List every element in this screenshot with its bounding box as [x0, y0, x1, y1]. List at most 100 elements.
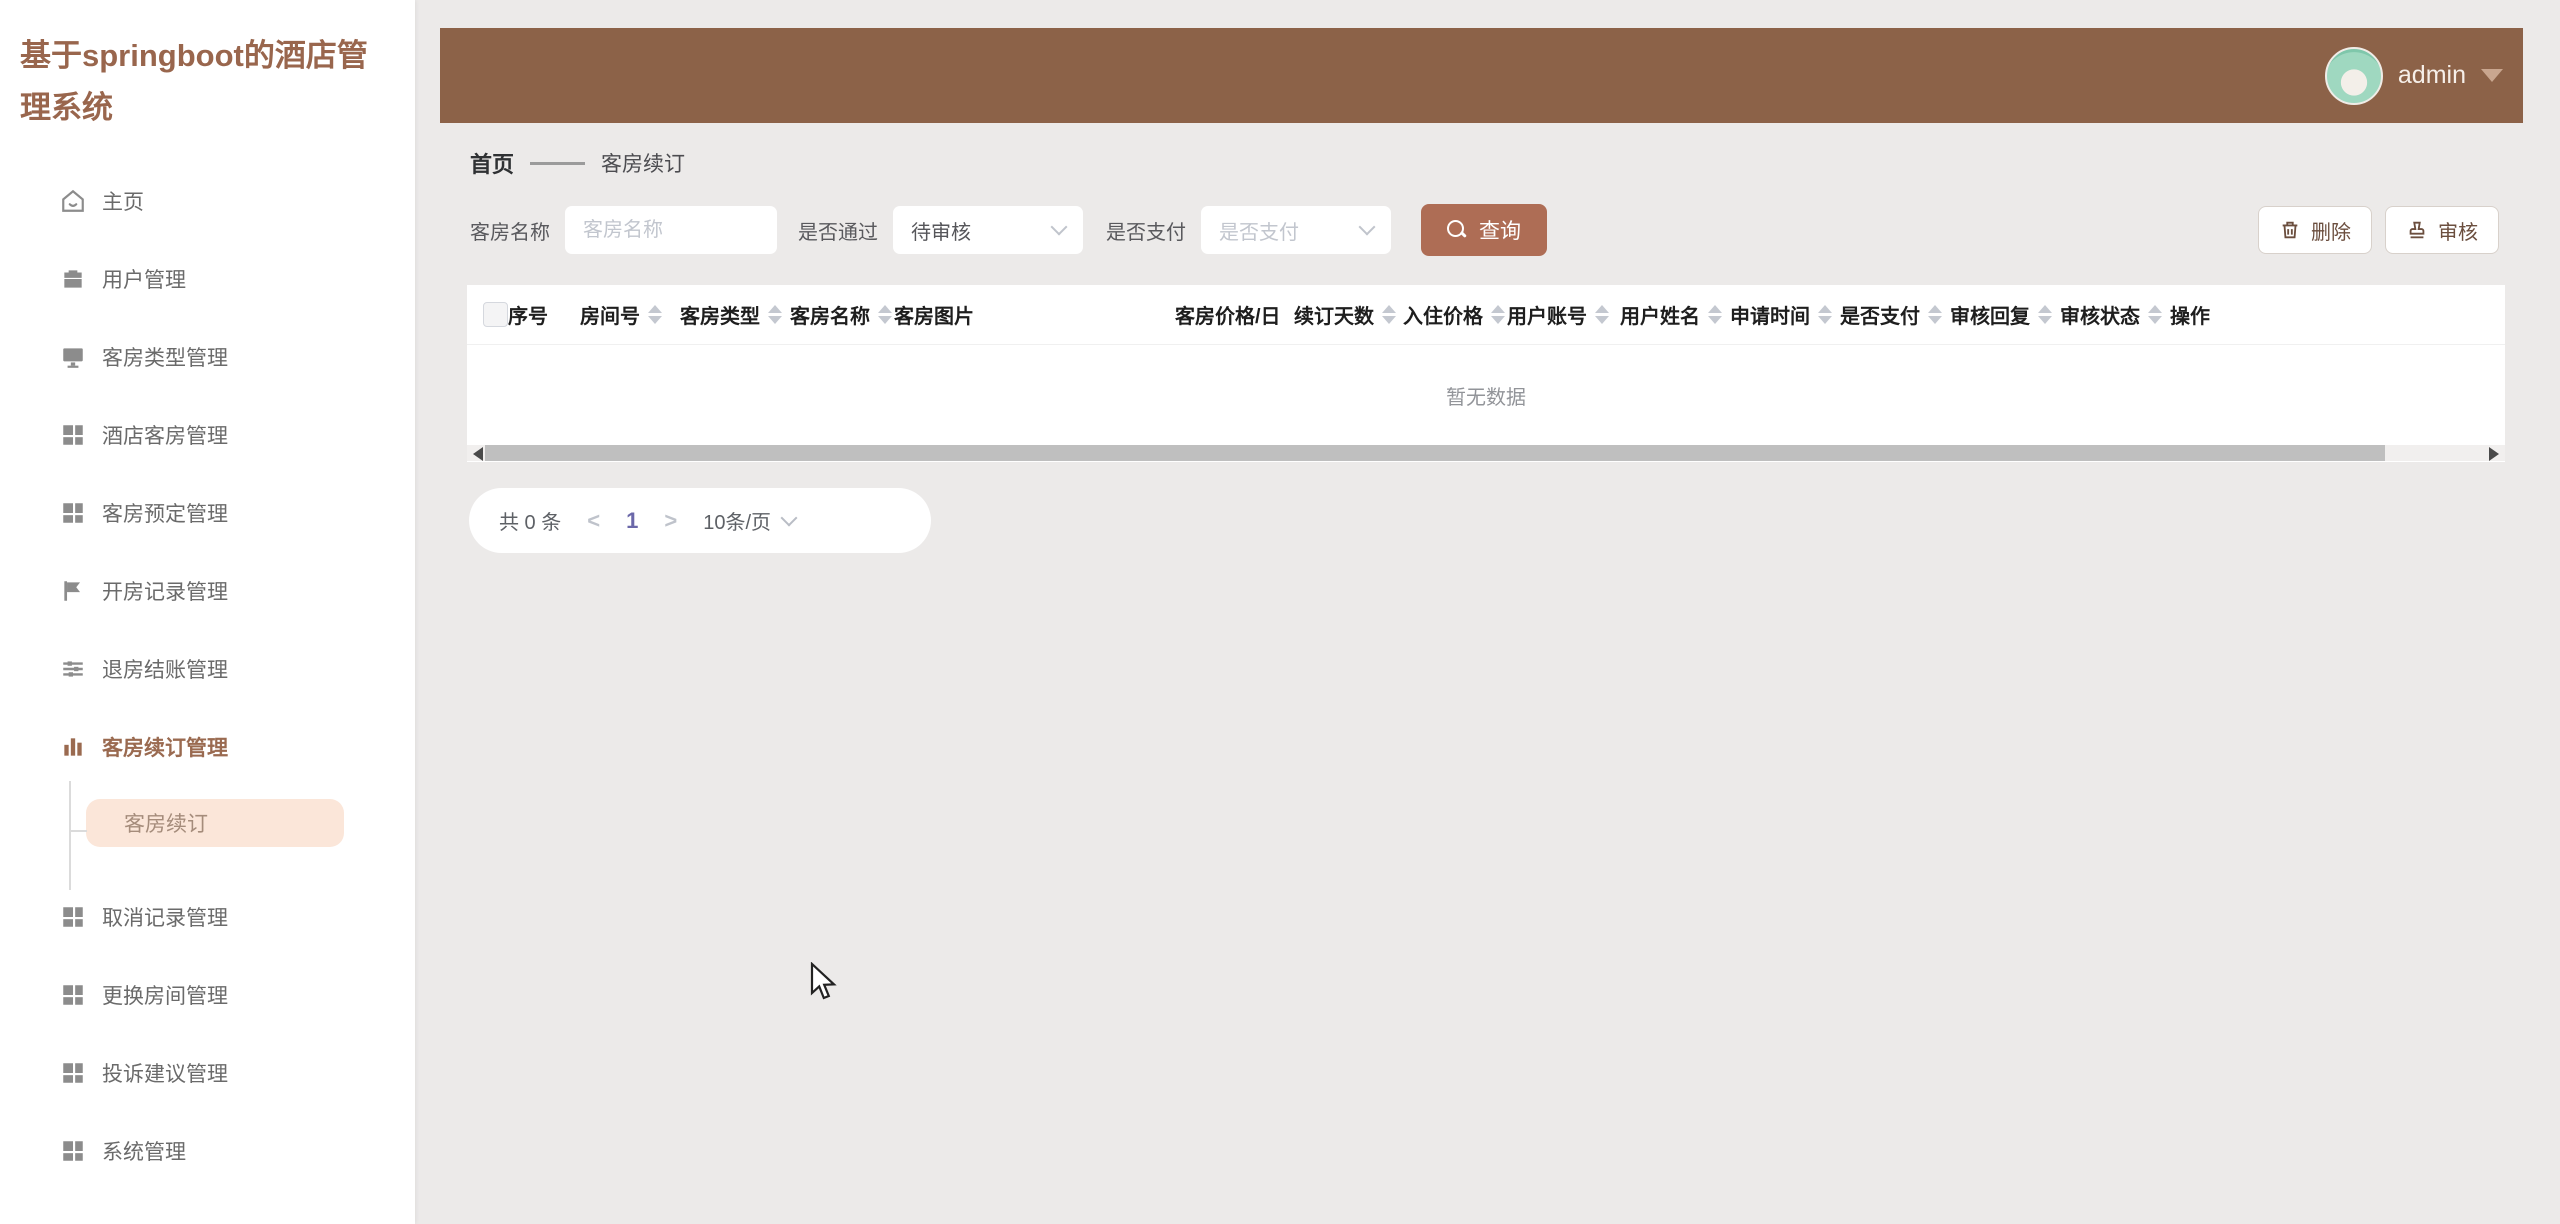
sort-carets-icon[interactable] [1382, 305, 1396, 324]
pass-select[interactable]: 待审核 [893, 206, 1083, 254]
sidebar-item[interactable]: 投诉建议管理 [0, 1034, 415, 1112]
caret-down-icon [2481, 69, 2503, 82]
sidebar-item[interactable]: 客房类型管理 [0, 318, 415, 396]
pagination-total: 共 0 条 [499, 512, 562, 534]
sidebar-item-label: 退房结账管理 [102, 659, 228, 682]
briefcase-icon [60, 266, 86, 292]
delete-button[interactable]: 删除 [2258, 206, 2372, 254]
sidebar-item[interactable]: 开房记录管理 [0, 552, 415, 630]
search-button[interactable]: 查询 [1421, 204, 1547, 256]
flag-icon [60, 578, 86, 604]
sidebar-subitem[interactable]: 客房续订 [86, 799, 344, 847]
pay-select-placeholder: 是否支付 [1219, 221, 1299, 244]
filter-bar: 客房名称 是否通过 待审核 是否支付 是否支付 查询 [470, 204, 2499, 256]
column-header[interactable]: 用户姓名 [1620, 300, 1730, 329]
column-header-label: 客房类型 [680, 306, 760, 328]
column-header: 客房图片 [894, 300, 1175, 329]
audit-button[interactable]: 审核 [2385, 206, 2499, 254]
sidebar-item-label: 取消记录管理 [102, 907, 228, 930]
bulk-actions: 删除 审核 [2258, 206, 2499, 254]
sidebar-item-label: 客房预定管理 [102, 503, 228, 526]
table-panel: 序号 房间号 客房类型 客房名称 客房图片 客房价格/日 续订天数 入住价格 用户账号 用户姓名 申… [467, 285, 2505, 462]
column-header[interactable]: 入住价格 [1403, 300, 1507, 329]
sidebar-menu: 主页 用户管理 客房类型管理 酒店客房管理 客房预定管理 开房记录管理 退房结账管理 客房续订… [0, 162, 415, 1190]
column-header[interactable]: 审核回复 [1950, 300, 2060, 329]
sidebar-item-label: 更换房间管理 [102, 985, 228, 1008]
next-page-button[interactable]: > [664, 508, 677, 534]
user-menu[interactable]: admin [2324, 46, 2503, 105]
monitor-icon [60, 344, 86, 370]
sort-carets-icon[interactable] [878, 305, 892, 324]
chevron-down-icon [1358, 218, 1376, 236]
room-name-input-wrap [565, 206, 777, 254]
column-header[interactable]: 用户账号 [1507, 300, 1620, 329]
breadcrumb-current: 客房续订 [601, 153, 686, 176]
column-header-label: 序号 [508, 306, 548, 328]
sidebar-item[interactable]: 用户管理 [0, 240, 415, 318]
sidebar-item-label: 系统管理 [102, 1141, 186, 1164]
sidebar-item-label: 客房续订管理 [102, 737, 228, 760]
scrollbar-thumb[interactable] [485, 445, 2385, 461]
app-title: 基于springboot的酒店管理系统 [20, 38, 368, 126]
sidebar-item[interactable]: 客房预定管理 [0, 474, 415, 552]
pay-select[interactable]: 是否支付 [1201, 206, 1391, 254]
sidebar-submenu: 客房续订 [0, 781, 415, 890]
sort-carets-icon[interactable] [1491, 305, 1505, 324]
scroll-right-icon[interactable] [2489, 447, 2499, 461]
current-page[interactable]: 1 [626, 508, 638, 534]
column-header: 操作 [2170, 300, 2282, 329]
sort-carets-icon[interactable] [1928, 305, 1942, 324]
column-header-label: 审核状态 [2060, 306, 2140, 328]
sort-carets-icon[interactable] [648, 305, 662, 324]
sidebar-item[interactable]: 取消记录管理 [0, 878, 415, 956]
room-name-input[interactable] [583, 218, 759, 242]
sidebar-item[interactable]: 主页 [0, 162, 415, 240]
sidebar-item[interactable]: 更换房间管理 [0, 956, 415, 1034]
sidebar-item-label: 主页 [102, 191, 144, 214]
scroll-left-icon[interactable] [473, 447, 483, 461]
sort-carets-icon[interactable] [2148, 305, 2162, 324]
table-header-row: 序号 房间号 客房类型 客房名称 客房图片 客房价格/日 续订天数 入住价格 用户账号 用户姓名 申… [467, 285, 2505, 345]
column-header[interactable]: 客房名称 [790, 300, 894, 329]
prev-page-button[interactable]: < [587, 508, 600, 534]
page-size-select[interactable]: 10条/页 [703, 506, 798, 535]
grid-icon [60, 904, 86, 930]
sort-carets-icon[interactable] [768, 305, 782, 324]
stamp-icon [2409, 221, 2425, 239]
sliders-icon [60, 656, 86, 682]
sidebar-item[interactable]: 系统管理 [0, 1112, 415, 1190]
column-header[interactable]: 房间号 [580, 300, 680, 329]
column-header-label: 续订天数 [1294, 306, 1374, 328]
sidebar-item[interactable]: 客房续订管理 [0, 708, 415, 786]
sidebar-item[interactable]: 酒店客房管理 [0, 396, 415, 474]
table-empty-state: 暂无数据 [1446, 386, 1526, 409]
horizontal-scrollbar[interactable] [467, 445, 2505, 461]
sort-carets-icon[interactable] [1708, 305, 1722, 324]
topbar: admin [440, 28, 2523, 123]
chevron-down-icon [1050, 218, 1068, 236]
column-header-label: 入住价格 [1403, 306, 1483, 328]
screen: 基于springboot的酒店管理系统 主页 用户管理 客房类型管理 酒店客房管理 客房… [0, 0, 2560, 1224]
column-header[interactable]: 是否支付 [1840, 300, 1950, 329]
bar-chart-icon [60, 734, 86, 760]
sort-carets-icon[interactable] [1818, 305, 1832, 324]
pass-select-value: 待审核 [911, 221, 971, 244]
column-header[interactable]: 审核状态 [2060, 300, 2170, 329]
sidebar-item[interactable]: 退房结账管理 [0, 630, 415, 708]
column-header[interactable]: 客房类型 [680, 300, 790, 329]
pay-label: 是否支付 [1106, 221, 1186, 244]
grid-icon [60, 1060, 86, 1086]
breadcrumb-divider [530, 161, 586, 165]
column-header: 序号 [508, 300, 580, 329]
column-header-label: 用户姓名 [1620, 306, 1700, 328]
username: admin [2397, 61, 2466, 89]
sort-carets-icon[interactable] [2038, 305, 2052, 324]
column-header[interactable]: 续订天数 [1294, 300, 1403, 329]
sort-carets-icon[interactable] [1595, 305, 1609, 324]
sidebar-item-label: 客房类型管理 [102, 347, 228, 370]
breadcrumb-home[interactable]: 首页 [470, 147, 514, 179]
select-all-checkbox[interactable] [483, 302, 508, 327]
column-header-label: 房间号 [580, 306, 640, 328]
select-all-cell [467, 302, 508, 327]
column-header[interactable]: 申请时间 [1730, 300, 1840, 329]
